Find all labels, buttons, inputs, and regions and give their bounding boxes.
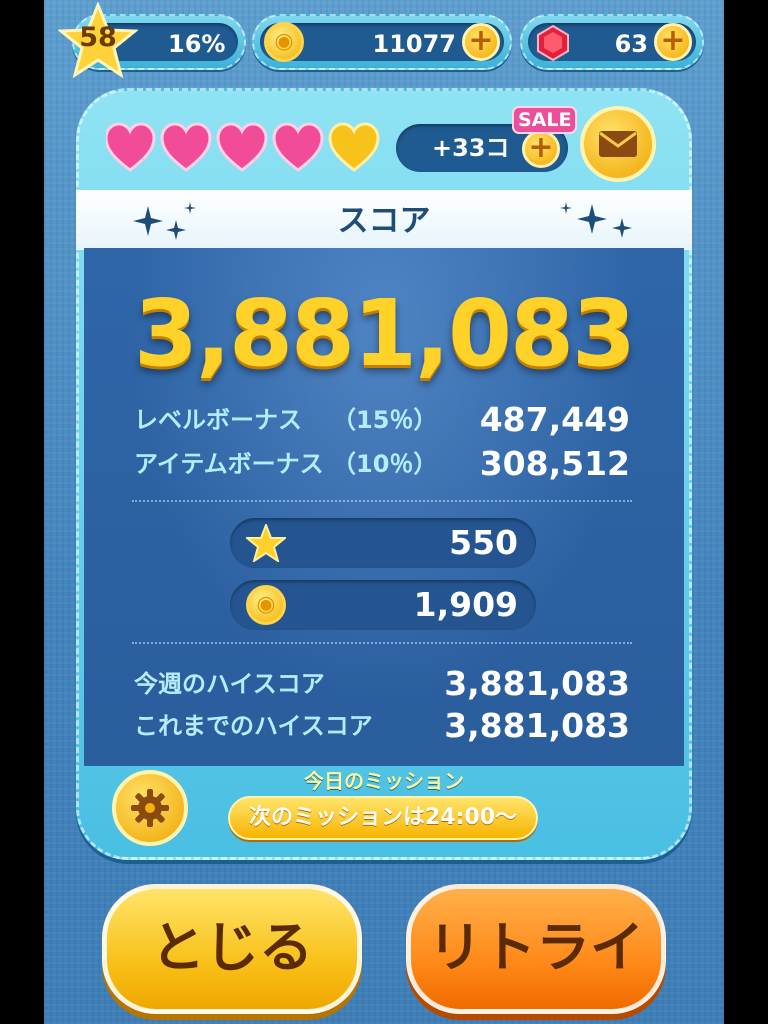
weekly-highscore-label: 今週のハイスコア bbox=[134, 670, 325, 698]
sparkle-icon bbox=[560, 202, 632, 238]
coin-icon: ◉ bbox=[246, 585, 286, 625]
item-bonus-label: アイテムボーナス bbox=[134, 450, 324, 478]
gear-icon bbox=[131, 789, 169, 827]
heart-icon bbox=[272, 122, 324, 172]
add-gems-button[interactable]: + bbox=[654, 23, 692, 61]
lives-count: +33コ bbox=[432, 134, 510, 162]
item-bonus-row: アイテムボーナス （10％） 308,512 bbox=[134, 444, 630, 484]
coin-reward-box: ◉ 1,909 bbox=[230, 580, 536, 630]
heart-icon bbox=[106, 122, 156, 172]
level-bonus-label: レベルボーナス bbox=[134, 406, 302, 434]
star-reward-box: 550 bbox=[230, 518, 536, 568]
coin-counter-pill: 11077 ◉ + bbox=[252, 14, 512, 70]
weekly-highscore-value: 3,881,083 bbox=[444, 664, 630, 703]
sale-badge: SALE bbox=[514, 108, 576, 132]
retry-button[interactable]: リトライ bbox=[406, 884, 666, 1014]
heart-icon bbox=[160, 122, 212, 172]
gem-icon bbox=[537, 24, 569, 62]
star-reward-value: 550 bbox=[449, 523, 518, 562]
level-bonus-row: レベルボーナス （15％） 487,449 bbox=[134, 400, 630, 440]
game-screen: 16% 58 11077 ◉ + 63 + +33コ + SALE スコア 3,… bbox=[44, 0, 724, 1024]
item-bonus-percent: （10％） bbox=[332, 450, 438, 478]
add-coins-button[interactable]: + bbox=[462, 23, 500, 61]
gem-count: 63 bbox=[614, 30, 648, 58]
level-bonus-percent: （15％） bbox=[332, 406, 438, 434]
coin-reward-value: 1,909 bbox=[413, 585, 518, 624]
level-bonus-value: 487,449 bbox=[479, 400, 630, 439]
sparkle-icon bbox=[133, 202, 196, 240]
divider bbox=[132, 500, 632, 502]
coin-count: 11077 bbox=[372, 30, 457, 58]
player-level: 58 bbox=[79, 22, 117, 53]
gem-counter-pill: 63 + bbox=[520, 14, 704, 70]
alltime-highscore-row: これまでのハイスコア 3,881,083 bbox=[134, 706, 630, 746]
heart-icon bbox=[328, 122, 380, 172]
mail-button[interactable] bbox=[580, 106, 656, 182]
divider bbox=[132, 642, 632, 644]
close-button[interactable]: とじる bbox=[102, 884, 362, 1014]
heart-icon bbox=[216, 122, 268, 172]
level-progress-text: 16% bbox=[168, 30, 226, 58]
mail-icon bbox=[599, 131, 637, 157]
next-mission-button[interactable]: 次のミッションは24:00〜 bbox=[228, 796, 538, 840]
coin-icon: ◉ bbox=[264, 22, 304, 62]
item-bonus-value: 308,512 bbox=[479, 444, 630, 483]
star-icon bbox=[246, 524, 286, 562]
weekly-highscore-row: 今週のハイスコア 3,881,083 bbox=[134, 664, 630, 704]
lives-hearts bbox=[106, 122, 380, 172]
alltime-highscore-value: 3,881,083 bbox=[444, 706, 630, 745]
settings-button[interactable] bbox=[112, 770, 188, 846]
add-lives-button[interactable]: + bbox=[522, 130, 560, 168]
alltime-highscore-label: これまでのハイスコア bbox=[134, 712, 373, 740]
total-score: 3,881,083 bbox=[134, 280, 636, 387]
